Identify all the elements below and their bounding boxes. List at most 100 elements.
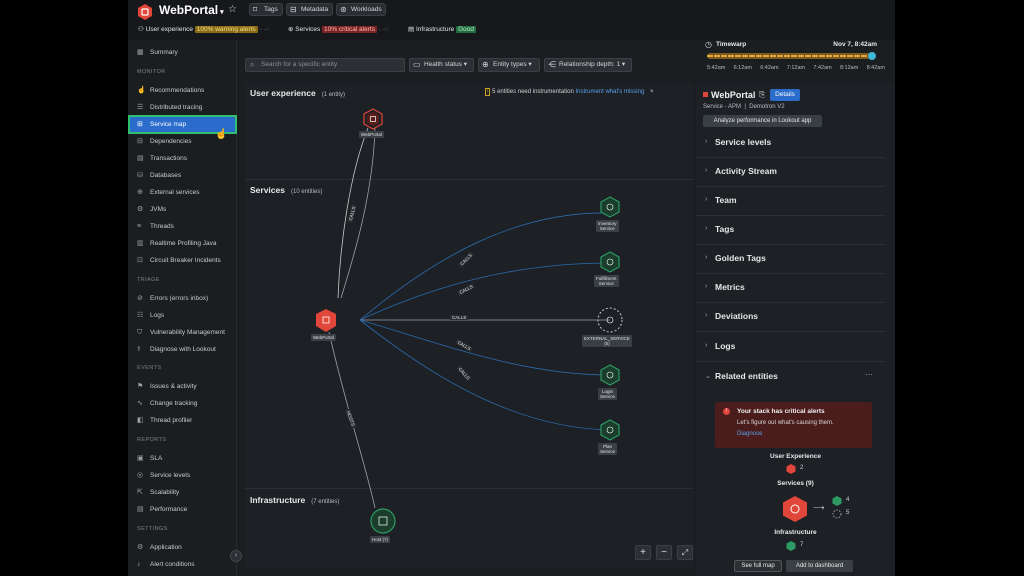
node-label-login[interactable]: Login Service bbox=[598, 388, 618, 400]
sidebar-item-databases[interactable]: ⛁ Databases bbox=[130, 168, 235, 183]
accordion-team[interactable]: › Team bbox=[696, 187, 885, 216]
accordion-tags[interactable]: › Tags bbox=[696, 216, 885, 245]
timewarp-track[interactable] bbox=[707, 53, 871, 59]
relationship-depth-select[interactable]: ⋲ Relationship depth: 1 ▾ bbox=[544, 58, 632, 72]
related-services-label: Services (9) bbox=[777, 480, 814, 487]
sidebar-item-alert-conditions[interactable]: ♪ Alert conditions bbox=[130, 557, 235, 572]
node-label-webportal[interactable]: WebPortal bbox=[359, 131, 384, 138]
sidebar-item-vulnerability[interactable]: ⛉ Vulnerability Management bbox=[130, 325, 235, 340]
edge-label-calls: CALLS bbox=[450, 315, 469, 320]
services-hex-icon[interactable] bbox=[782, 495, 808, 523]
services-status[interactable]: ⊕ Services 10% critical alerts - -○ bbox=[288, 25, 389, 33]
entity-types-filter[interactable]: ⊕ Entity types ▾ bbox=[478, 58, 540, 72]
chevron-down-icon[interactable]: ▾ bbox=[220, 9, 224, 16]
node-label-plan[interactable]: Plan Service bbox=[598, 443, 618, 455]
sidebar-item-sla[interactable]: ▣ SLA bbox=[130, 451, 235, 466]
timewarp[interactable]: ◷ Timewarp Nov 7, 8:42am 5:42am 6:12am 6… bbox=[703, 38, 893, 74]
diagnose-link[interactable]: Diagnose bbox=[737, 431, 762, 437]
infrastructure-status[interactable]: ▤ Infrastructure Good bbox=[408, 25, 476, 33]
related-infrastructure-label: Infrastructure bbox=[774, 529, 817, 536]
workloads-button[interactable]: ⊛ Workloads bbox=[336, 3, 386, 16]
gear-icon: ⚙ bbox=[137, 206, 144, 213]
edge-calls-login bbox=[359, 319, 611, 376]
sidebar-item-thread-profiler[interactable]: ◧ Thread profiler bbox=[130, 413, 235, 428]
accordion-golden-tags[interactable]: › Golden Tags bbox=[696, 245, 885, 274]
collapse-sidebar-button[interactable]: ‹ bbox=[230, 550, 242, 562]
node-label-host[interactable]: Host (7) bbox=[370, 536, 391, 543]
user-experience-count: 2 bbox=[800, 465, 804, 471]
add-to-dashboard-button[interactable]: Add to dashboard bbox=[786, 560, 853, 572]
unknown-count: 5 bbox=[846, 510, 850, 516]
sidebar-item-realtime-profiling[interactable]: ▥ Realtime Profiling Java bbox=[130, 236, 235, 251]
sidebar-item-scalability[interactable]: ⇱ Scalability bbox=[130, 485, 235, 500]
sidebar-item-issues[interactable]: ⚑ Issues & activity bbox=[130, 379, 235, 394]
accordion-activity-stream[interactable]: › Activity Stream bbox=[696, 158, 885, 187]
sidebar-item-external-services[interactable]: ⊕ External services bbox=[130, 185, 235, 200]
sidebar-item-service-levels[interactable]: ◎ Service levels bbox=[130, 468, 235, 483]
sidebar-item-logs[interactable]: ☷ Logs bbox=[130, 308, 235, 323]
related-user-experience-label: User Experience bbox=[770, 453, 821, 460]
sidebar-item-diagnose[interactable]: ⚕ Diagnose with Lookout bbox=[130, 342, 235, 357]
node-label-external[interactable]: EXTERNAL_SERVICE (5) bbox=[582, 335, 632, 347]
unknown-circle-icon[interactable] bbox=[832, 509, 842, 519]
service-map[interactable]: User experience (1 entity) ! 5 entities n… bbox=[245, 83, 694, 569]
sidebar-item-application[interactable]: ⚙ Application bbox=[130, 540, 235, 555]
performance-icon: ▤ bbox=[137, 506, 144, 513]
node-label-fulfillment[interactable]: Fulfillment Service bbox=[594, 275, 619, 287]
zoom-out-button[interactable]: − bbox=[656, 545, 672, 560]
tag-icon: ⌑ bbox=[253, 5, 258, 14]
sidebar-item-transactions[interactable]: ▤ Transactions bbox=[130, 151, 235, 166]
chevron-right-icon: › bbox=[705, 254, 708, 261]
timewarp-track-stripes bbox=[707, 55, 871, 57]
mouse-cursor-icon: ☝ bbox=[215, 129, 228, 140]
sidebar-item-summary[interactable]: ▦ Summary bbox=[130, 45, 235, 60]
entity-title[interactable]: WebPortal ▾ bbox=[159, 3, 224, 17]
analyze-lookout-button[interactable]: Analyze performance in Lookout app bbox=[703, 115, 822, 127]
service-levels-icon: ◎ bbox=[137, 472, 144, 479]
workloads-icon: ⊛ bbox=[340, 5, 347, 14]
accordion-logs[interactable]: › Logs bbox=[696, 333, 885, 362]
entity-details-panel: WebPortal ⎘ Details Service - APM | Demo… bbox=[696, 83, 895, 576]
chart-icon: ▥ bbox=[137, 240, 144, 247]
user-experience-status[interactable]: ⚇ User experience 100% warning alerts - … bbox=[138, 25, 270, 33]
sidebar-item-errors[interactable]: ⊘ Errors (errors inbox) bbox=[130, 291, 235, 306]
sidebar-item-circuit-breaker[interactable]: ⊡ Circuit Breaker Incidents bbox=[130, 253, 235, 268]
health-status-filter[interactable]: ▭ Health status ▾ bbox=[409, 58, 474, 72]
accordion-metrics[interactable]: › Metrics bbox=[696, 274, 885, 303]
node-label-inventory[interactable]: Inventory Service bbox=[596, 220, 619, 232]
fit-to-screen-button[interactable]: ⤢ bbox=[677, 545, 693, 560]
tick-label: 6:12am bbox=[733, 65, 752, 71]
accordion-related-entities[interactable]: ⌄ Related entities ··· bbox=[696, 363, 885, 392]
zoom-in-button[interactable]: + bbox=[635, 545, 651, 560]
chevron-right-icon: › bbox=[705, 167, 708, 174]
node-label-webportal[interactable]: WebPortal bbox=[311, 334, 336, 341]
entity-search-input[interactable]: ⌕ Search for a specific entity bbox=[245, 58, 405, 72]
user-icon: ⚇ bbox=[138, 26, 144, 33]
user-experience-hex-icon[interactable] bbox=[786, 464, 796, 474]
healthy-count: 4 bbox=[846, 497, 850, 503]
metadata-button[interactable]: ⊟ Metadata bbox=[286, 3, 333, 16]
sidebar-item-jvms[interactable]: ⚙ JVMs bbox=[130, 202, 235, 217]
sidebar-item-change-tracking[interactable]: ∿ Change tracking bbox=[130, 396, 235, 411]
section-events: EVENTS bbox=[137, 365, 162, 371]
infrastructure-hex-icon[interactable] bbox=[786, 541, 796, 551]
sidebar-item-threads[interactable]: ≡ Threads bbox=[130, 219, 235, 234]
healthy-hex-icon[interactable] bbox=[832, 496, 842, 506]
see-full-map-button[interactable]: See full map bbox=[734, 560, 782, 572]
more-options-icon[interactable]: ··· bbox=[865, 370, 873, 379]
details-button[interactable]: Details bbox=[770, 89, 800, 101]
star-icon[interactable]: ☆ bbox=[228, 4, 237, 15]
copy-icon[interactable]: ⎘ bbox=[759, 90, 765, 100]
sidebar-item-recommendations[interactable]: ☝ Recommendations bbox=[130, 83, 235, 98]
dependencies-icon: ⊟ bbox=[137, 138, 143, 145]
accordion-deviations[interactable]: › Deviations bbox=[696, 303, 885, 332]
accordion-service-levels[interactable]: › Service levels bbox=[696, 129, 885, 158]
section-monitor: MONITOR bbox=[137, 69, 166, 75]
sidebar-item-performance[interactable]: ▤ Performance bbox=[130, 502, 235, 517]
sidebar-item-distributed-tracing[interactable]: ☰ Distributed tracing bbox=[130, 100, 235, 115]
tick-label: 8:42am bbox=[866, 65, 885, 71]
chevron-right-icon: › bbox=[705, 342, 708, 349]
chevron-right-icon: › bbox=[705, 225, 708, 232]
tags-button[interactable]: ⌑ Tags bbox=[249, 3, 283, 16]
timewarp-handle[interactable] bbox=[868, 52, 876, 60]
